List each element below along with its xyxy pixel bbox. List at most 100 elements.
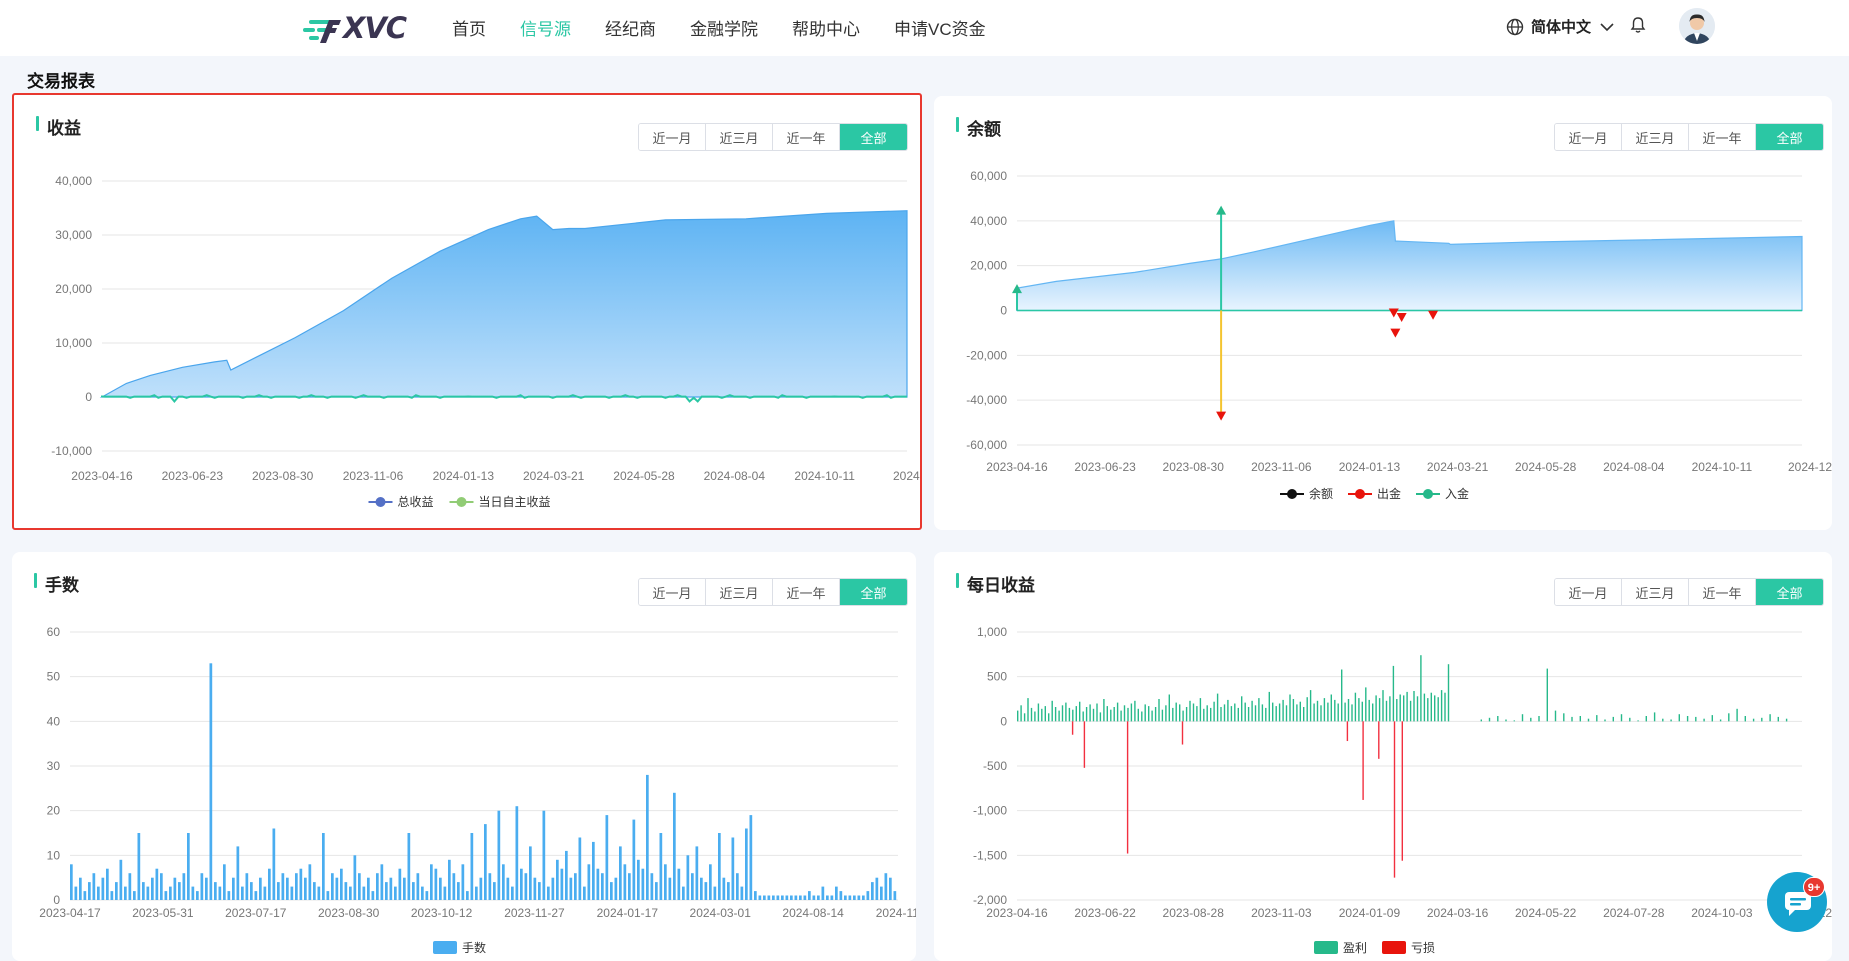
x-tick-label: 2023-08-30 bbox=[1163, 460, 1225, 474]
x-tick-label: 2023-06-22 bbox=[1074, 906, 1136, 920]
loss-bar bbox=[1401, 721, 1403, 861]
lots-bar bbox=[88, 882, 91, 900]
profit-bar bbox=[1728, 713, 1730, 722]
x-tick-label: 2024-05-28 bbox=[613, 469, 675, 483]
profit-bar bbox=[1629, 717, 1631, 722]
lots-bar bbox=[461, 864, 465, 900]
lots-bar bbox=[124, 886, 127, 900]
lots-bar bbox=[169, 886, 172, 900]
profit-bar bbox=[1744, 716, 1746, 722]
loss-bar bbox=[1378, 721, 1380, 759]
x-tick-label: 2023-04-17 bbox=[39, 906, 101, 920]
profit-bar bbox=[1358, 698, 1360, 722]
profit-bar bbox=[1085, 707, 1088, 722]
lots-bar bbox=[641, 868, 645, 900]
profit-bar bbox=[1192, 703, 1195, 722]
profit-bar bbox=[1089, 704, 1091, 722]
lots-bar bbox=[650, 873, 654, 900]
profit-bar bbox=[1017, 710, 1019, 722]
lots-bar bbox=[452, 873, 456, 900]
x-tick-label: 2024-10-11 bbox=[794, 469, 855, 483]
profit-bar bbox=[1158, 699, 1160, 722]
lots-bar bbox=[839, 891, 843, 900]
profit-bar bbox=[1168, 694, 1170, 722]
profit-bar bbox=[1247, 707, 1250, 722]
x-tick-label: 2023-04-16 bbox=[71, 469, 133, 483]
x-tick-label: 2024-05-28 bbox=[1515, 460, 1577, 474]
profit-bar bbox=[1282, 699, 1284, 722]
lots-bar bbox=[299, 868, 303, 900]
lots-bar bbox=[749, 815, 753, 900]
lots-bar bbox=[101, 877, 105, 900]
profit-bar bbox=[1199, 698, 1202, 722]
lots-bar bbox=[164, 891, 168, 900]
lots-bar bbox=[826, 895, 829, 900]
language-selector[interactable]: 简体中文 bbox=[1506, 16, 1621, 37]
lots-bar bbox=[790, 895, 793, 900]
bell-icon[interactable] bbox=[1630, 16, 1646, 39]
lots-bar bbox=[137, 833, 141, 900]
lots-bar bbox=[340, 868, 343, 900]
profit-bar bbox=[1054, 707, 1057, 722]
lots-bar bbox=[416, 873, 420, 900]
profit-bar bbox=[1023, 713, 1026, 722]
profit-bar bbox=[1196, 706, 1198, 722]
profit-bar bbox=[1203, 708, 1205, 722]
lots-bar bbox=[776, 895, 780, 900]
profit-bar bbox=[1309, 690, 1312, 722]
lots-bar bbox=[745, 828, 748, 900]
profit-bar bbox=[1521, 714, 1524, 722]
profit-bar bbox=[1051, 700, 1053, 722]
profit-bar bbox=[1296, 704, 1298, 722]
loss-bar bbox=[1346, 721, 1349, 742]
nav-item[interactable]: 经纪商 bbox=[605, 15, 656, 40]
profit-bar bbox=[1137, 708, 1139, 722]
lots-bar bbox=[448, 859, 451, 900]
profit-bar bbox=[1719, 719, 1722, 722]
lots-bar bbox=[812, 895, 816, 900]
lots-bar bbox=[578, 837, 582, 900]
lots-bar bbox=[569, 877, 573, 900]
support-chat-button[interactable]: 9+ bbox=[1767, 872, 1827, 932]
lots-bar bbox=[718, 833, 721, 900]
y-tick-label: 60,000 bbox=[970, 169, 1007, 183]
lots-bar bbox=[313, 882, 316, 900]
profit-bar bbox=[1554, 710, 1557, 722]
top-navbar: XVC 首页 信号源 经纪商 金融学院 帮助中心 申请VC资金 简体中文 bbox=[0, 0, 1849, 56]
nav-item[interactable]: 申请VC资金 bbox=[894, 15, 986, 40]
y-tick-label: 0 bbox=[1000, 304, 1007, 318]
lots-bar bbox=[560, 868, 564, 900]
profit-bar bbox=[1513, 720, 1515, 722]
nav-item[interactable]: 信号源 bbox=[520, 15, 571, 40]
profit-bar bbox=[1653, 712, 1656, 722]
lots-bar bbox=[844, 895, 847, 900]
lots-bar bbox=[254, 891, 258, 900]
income-card: 收益 近一月 近三月 近一年 全部 40,000 30,000 20,000 10,000 0… bbox=[12, 93, 922, 530]
legend-marker bbox=[1287, 489, 1297, 499]
lots-bar bbox=[767, 895, 771, 900]
lots-bar bbox=[331, 873, 334, 900]
avatar[interactable] bbox=[1679, 8, 1715, 44]
nav-item[interactable]: 帮助中心 bbox=[792, 15, 860, 40]
profit-bar bbox=[1027, 698, 1029, 722]
profit-bar bbox=[1037, 703, 1040, 722]
logo[interactable]: XVC bbox=[303, 8, 417, 48]
lots-bar bbox=[619, 846, 622, 900]
nav-item[interactable]: 首页 bbox=[452, 15, 486, 40]
profit-bar bbox=[1327, 702, 1329, 722]
lots-bar bbox=[740, 886, 744, 900]
lots-bar bbox=[133, 891, 136, 900]
profit-bar bbox=[1103, 699, 1105, 722]
lots-bar bbox=[434, 868, 438, 900]
lots-bar bbox=[547, 886, 550, 900]
daily-profit-chart: 1,000 500 0 -500 -1,000 -1,500 -2,0002023-04-1… bbox=[973, 625, 1832, 955]
profit-bar bbox=[1695, 716, 1697, 722]
lots-bar bbox=[119, 859, 123, 900]
profit-bar bbox=[1251, 700, 1253, 722]
lots-bar bbox=[511, 886, 514, 900]
profit-bar bbox=[1316, 700, 1319, 722]
nav-item[interactable]: 金融学院 bbox=[690, 15, 758, 40]
profit-bar bbox=[1048, 713, 1050, 722]
lots-bar bbox=[691, 873, 694, 900]
y-tick-label: -2,000 bbox=[973, 893, 1007, 907]
